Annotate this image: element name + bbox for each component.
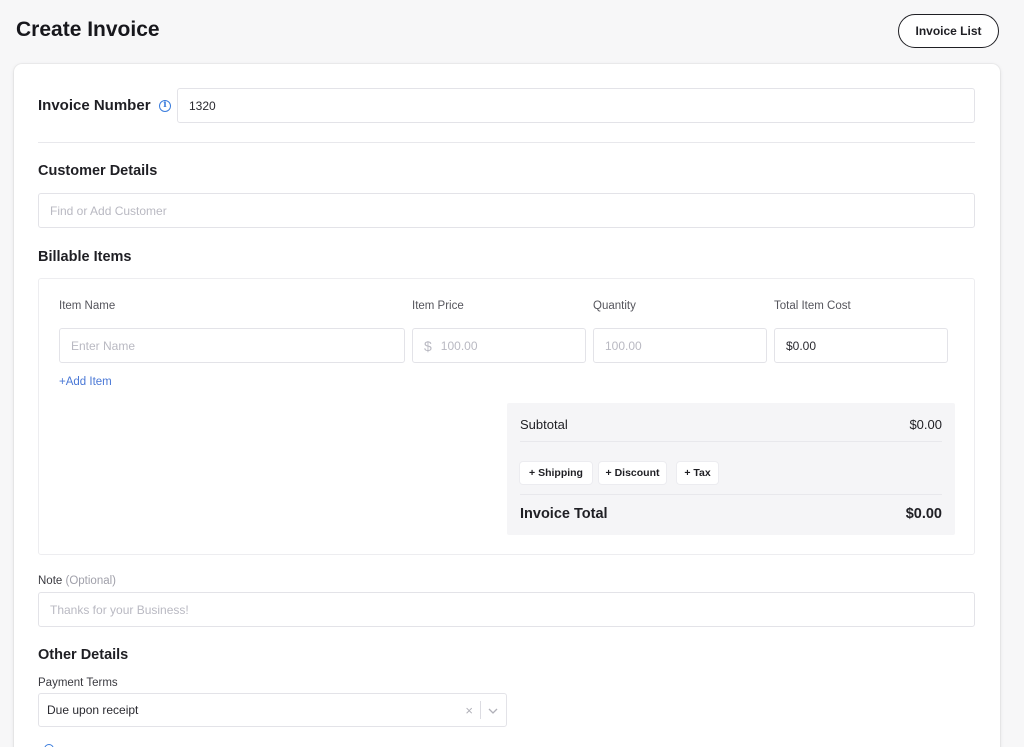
- column-header-quantity: Quantity: [593, 300, 636, 312]
- invoice-number-label-group: Invoice Number i: [38, 97, 171, 115]
- item-price-input[interactable]: $ 100.00: [412, 328, 586, 363]
- column-header-item-name: Item Name: [59, 300, 116, 312]
- add-item-link[interactable]: +Add Item: [59, 376, 112, 388]
- invoice-number-label: Invoice Number: [38, 97, 151, 114]
- add-tax-button[interactable]: + Tax: [677, 462, 718, 484]
- chevron-down-icon[interactable]: [488, 703, 498, 717]
- subtotal-value: $0.00: [909, 417, 942, 432]
- invoice-total-row: Invoice Total $0.00: [520, 506, 942, 522]
- note-input[interactable]: Thanks for your Business!: [38, 592, 975, 627]
- divider: [520, 494, 942, 495]
- item-name-placeholder: Enter Name: [71, 338, 136, 353]
- subtotal-label: Subtotal: [520, 417, 568, 432]
- page-title: Create Invoice: [16, 18, 160, 41]
- customer-search-input[interactable]: Find or Add Customer: [38, 193, 975, 228]
- note-label-group: Note (Optional): [38, 575, 116, 587]
- note-label: Note: [38, 575, 63, 587]
- divider: [520, 441, 942, 442]
- billable-items-title: Billable Items: [38, 249, 132, 265]
- item-name-input[interactable]: Enter Name: [59, 328, 405, 363]
- column-header-item-price: Item Price: [412, 300, 464, 312]
- quantity-placeholder: 100.00: [605, 338, 642, 353]
- divider: [38, 142, 975, 143]
- note-optional-label: (Optional): [65, 575, 117, 587]
- invoice-number-input[interactable]: 1320: [177, 88, 975, 123]
- invoice-total-label: Invoice Total: [520, 506, 608, 522]
- invoice-form-card: Invoice Number i 1320 Customer Details F…: [14, 64, 1000, 747]
- total-item-cost-field: $0.00: [774, 328, 948, 363]
- clear-icon[interactable]: ×: [465, 703, 473, 718]
- total-item-cost-value: $0.00: [786, 338, 817, 353]
- payment-terms-label: Payment Terms: [38, 677, 118, 689]
- column-header-total-cost: Total Item Cost: [774, 300, 851, 312]
- info-icon[interactable]: i: [158, 99, 171, 112]
- dollar-icon: $: [424, 337, 432, 354]
- subtotal-row: Subtotal $0.00: [520, 417, 942, 432]
- add-discount-button[interactable]: + Discount: [599, 462, 666, 484]
- note-placeholder: Thanks for your Business!: [50, 602, 189, 617]
- customer-details-title: Customer Details: [38, 163, 158, 179]
- invoice-total-value: $0.00: [905, 506, 942, 522]
- customer-search-placeholder: Find or Add Customer: [50, 203, 167, 218]
- totals-panel: Subtotal $0.00 + Shipping + Discount + T…: [507, 403, 955, 535]
- item-price-placeholder: 100.00: [440, 338, 478, 353]
- other-details-title: Other Details: [38, 647, 129, 663]
- payment-terms-select[interactable]: Due upon receipt ×: [38, 693, 507, 727]
- quantity-input[interactable]: 100.00: [593, 328, 767, 363]
- add-shipping-button[interactable]: + Shipping: [520, 462, 592, 484]
- select-separator: [480, 701, 481, 719]
- invoice-number-value: 1320: [189, 98, 216, 113]
- payment-terms-value: Due upon receipt: [47, 703, 139, 717]
- billable-items-panel: Item Name Item Price Quantity Total Item…: [38, 278, 975, 555]
- invoice-list-button[interactable]: Invoice List: [898, 14, 999, 48]
